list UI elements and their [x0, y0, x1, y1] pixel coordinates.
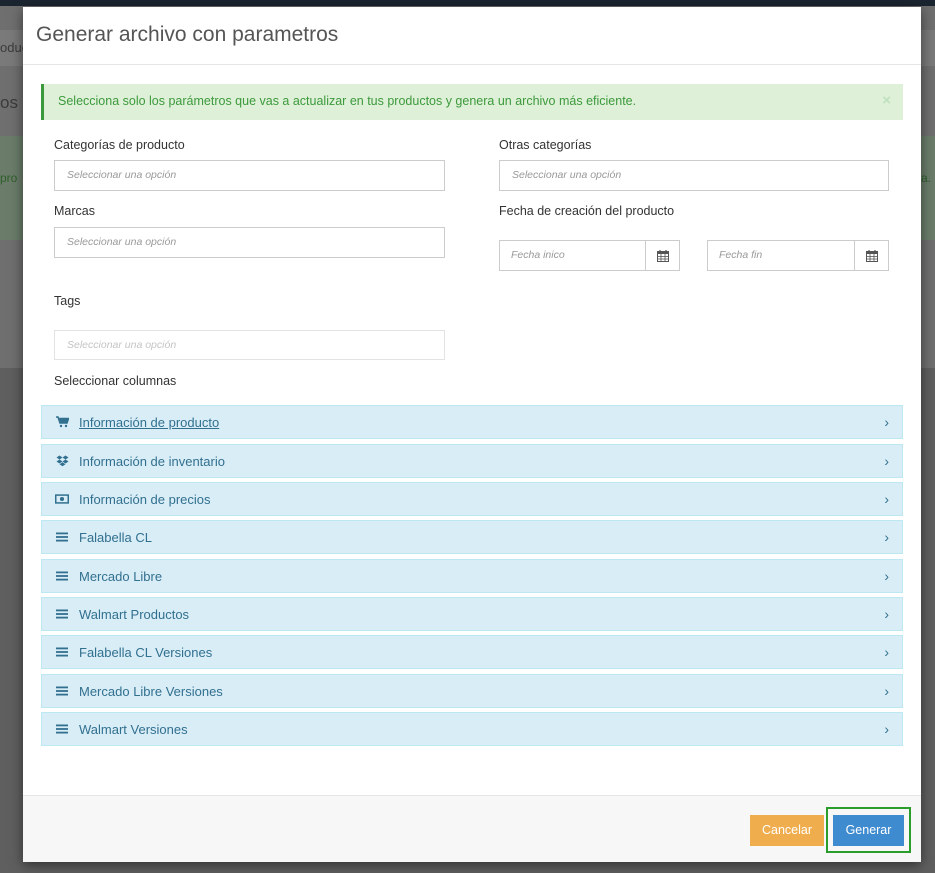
- panel-title[interactable]: Falabella CL Versiones: [79, 645, 212, 660]
- cancel-button[interactable]: Cancelar: [750, 815, 824, 846]
- other-categories-select[interactable]: Seleccionar una opción: [499, 160, 889, 191]
- chevron-right-icon: ›: [884, 606, 889, 622]
- chevron-right-icon: ›: [884, 491, 889, 507]
- chevron-right-icon: ›: [884, 721, 889, 737]
- panel-walmart-versiones[interactable]: Walmart Versiones ›: [41, 712, 903, 746]
- chevron-right-icon: ›: [884, 453, 889, 469]
- bars-icon: [55, 530, 69, 544]
- alert-close-icon[interactable]: ×: [882, 84, 891, 118]
- cart-icon: [55, 415, 69, 429]
- chevron-right-icon: ›: [884, 644, 889, 660]
- calendar-icon: [656, 249, 669, 262]
- panel-title[interactable]: Mercado Libre: [79, 569, 162, 584]
- modal-header: Generar archivo con parametros: [23, 7, 921, 65]
- tags-select[interactable]: Seleccionar una opción: [54, 330, 445, 360]
- product-categories-label: Categorías de producto: [54, 138, 185, 152]
- select-columns-label: Seleccionar columnas: [54, 374, 177, 388]
- tags-label: Tags: [54, 294, 81, 308]
- chevron-right-icon: ›: [884, 414, 889, 430]
- bars-icon: [55, 569, 69, 583]
- brands-label: Marcas: [54, 204, 95, 218]
- brands-select[interactable]: Seleccionar una opción: [54, 227, 445, 258]
- panel-falabella-cl-versiones[interactable]: Falabella CL Versiones ›: [41, 635, 903, 669]
- creation-date-label: Fecha de creación del producto: [499, 204, 675, 218]
- panel-price-info[interactable]: Información de precios ›: [41, 482, 903, 516]
- chevron-right-icon: ›: [884, 683, 889, 699]
- info-alert: Selecciona solo los parámetros que vas a…: [41, 84, 903, 120]
- bars-icon: [55, 645, 69, 659]
- dropbox-icon: [55, 454, 69, 468]
- end-date-calendar-button[interactable]: [854, 240, 889, 271]
- panel-falabella-cl[interactable]: Falabella CL ›: [41, 520, 903, 554]
- product-categories-select[interactable]: Seleccionar una opción: [54, 160, 445, 191]
- panel-mercado-libre[interactable]: Mercado Libre ›: [41, 559, 903, 593]
- background-alert-text-left: pro: [0, 171, 18, 185]
- other-categories-label: Otras categorías: [499, 138, 592, 152]
- panel-walmart-productos[interactable]: Walmart Productos ›: [41, 597, 903, 631]
- bars-icon: [55, 684, 69, 698]
- bars-icon: [55, 722, 69, 736]
- background-alert-text-right: a.: [921, 171, 932, 185]
- panel-title[interactable]: Información de precios: [79, 492, 211, 507]
- start-date-group: Fecha inico: [499, 240, 680, 271]
- panel-title[interactable]: Mercado Libre Versiones: [79, 684, 223, 699]
- modal-footer: Cancelar Generar: [23, 795, 921, 862]
- panel-title[interactable]: Walmart Versiones: [79, 722, 188, 737]
- start-date-calendar-button[interactable]: [645, 240, 680, 271]
- chevron-right-icon: ›: [884, 529, 889, 545]
- start-date-input[interactable]: Fecha inico: [499, 240, 645, 271]
- panel-title[interactable]: Información de producto: [79, 415, 219, 430]
- panel-title[interactable]: Walmart Productos: [79, 607, 189, 622]
- generate-button[interactable]: Generar: [833, 815, 904, 846]
- panel-title[interactable]: Falabella CL: [79, 530, 152, 545]
- panel-product-info[interactable]: Información de producto ›: [41, 405, 903, 439]
- money-icon: [55, 492, 69, 506]
- background-topbar: [0, 0, 935, 6]
- panel-inventory-info[interactable]: Información de inventario ›: [41, 444, 903, 478]
- chevron-right-icon: ›: [884, 568, 889, 584]
- end-date-input[interactable]: Fecha fin: [707, 240, 854, 271]
- modal-title: Generar archivo con parametros: [36, 23, 339, 46]
- alert-text: Selecciona solo los parámetros que vas a…: [58, 94, 637, 108]
- end-date-group: Fecha fin: [707, 240, 889, 271]
- panel-mercado-libre-versiones[interactable]: Mercado Libre Versiones ›: [41, 674, 903, 708]
- bars-icon: [55, 607, 69, 621]
- calendar-icon: [865, 249, 878, 262]
- panel-title[interactable]: Información de inventario: [79, 454, 225, 469]
- background-heading: os: [0, 93, 18, 112]
- generate-file-modal: Generar archivo con parametros Seleccion…: [23, 7, 921, 862]
